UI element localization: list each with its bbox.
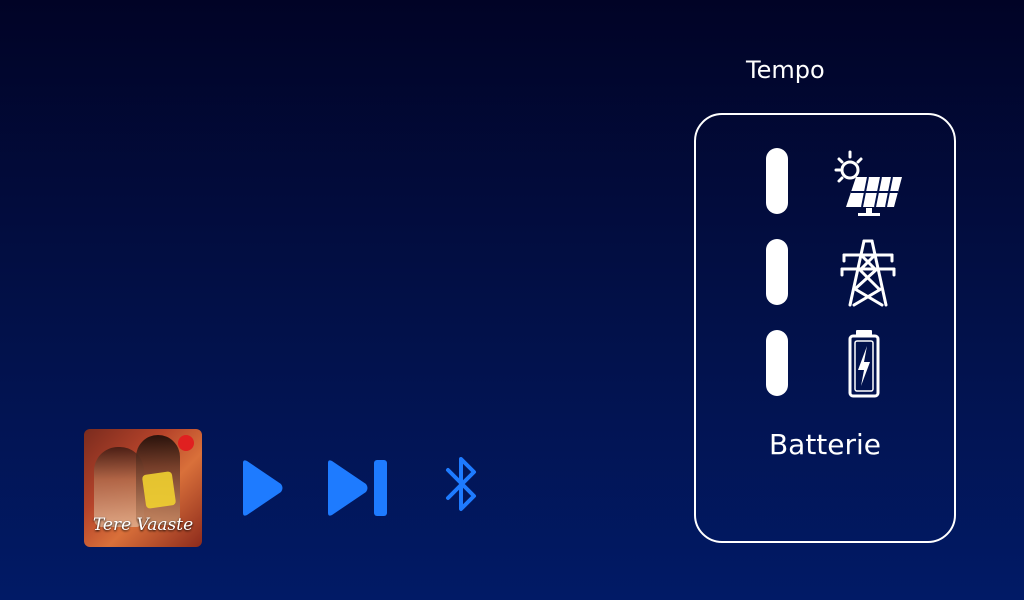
solar-panel-icon — [832, 148, 904, 218]
energy-source-battery[interactable] — [696, 328, 954, 398]
album-art[interactable]: Tere Vaaste — [84, 429, 202, 547]
energy-source-solar[interactable] — [696, 146, 954, 216]
battery-level-indicator — [766, 330, 788, 396]
album-art-badge — [178, 435, 194, 451]
grid-level-indicator — [766, 239, 788, 305]
skip-next-icon — [328, 460, 387, 516]
battery-label: Batterie — [768, 428, 882, 461]
album-art-logo — [141, 471, 177, 509]
skip-next-button[interactable] — [326, 459, 390, 517]
energy-source-grid[interactable] — [696, 237, 954, 307]
power-pylon-icon — [832, 239, 904, 309]
bluetooth-icon — [446, 457, 476, 511]
solar-level-indicator — [766, 148, 788, 214]
battery-charging-icon — [832, 330, 904, 400]
bluetooth-button[interactable] — [444, 454, 480, 514]
track-title: Tere Vaaste — [92, 515, 194, 535]
play-button[interactable] — [240, 459, 284, 517]
energy-sources-panel: Batterie — [694, 113, 956, 543]
play-icon — [243, 460, 283, 516]
tempo-label: Tempo — [746, 56, 825, 84]
